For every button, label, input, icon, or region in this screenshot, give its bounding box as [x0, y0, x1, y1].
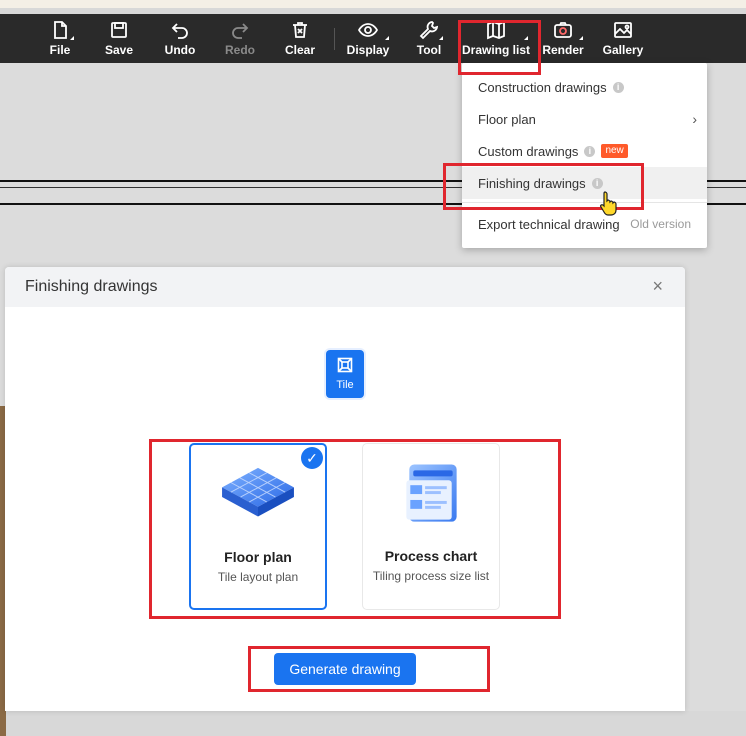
render-button[interactable]: Render: [541, 14, 585, 63]
top-toolbar: File Save Undo Redo Clear Display Tool D…: [0, 14, 746, 63]
menu-divider: [462, 202, 707, 203]
old-version-note: Old version: [630, 217, 691, 231]
gallery-label: Gallery: [602, 43, 644, 57]
dropdown-indicator-icon: [439, 36, 443, 40]
drawing-list-button[interactable]: Drawing list: [462, 14, 530, 63]
map-icon: [487, 20, 505, 40]
card-title: Floor plan: [224, 549, 292, 565]
dropdown-indicator-icon: [524, 36, 528, 40]
menu-item-floor-plan[interactable]: Floor plan ›: [462, 103, 707, 135]
menu-item-custom-drawings[interactable]: Custom drawings i new: [462, 135, 707, 167]
generate-drawing-button[interactable]: Generate drawing: [274, 653, 416, 685]
trash-icon: [293, 22, 307, 38]
clear-label: Clear: [284, 43, 316, 57]
file-icon: [54, 21, 67, 39]
tab-tile[interactable]: Tile: [326, 350, 364, 398]
display-label: Display: [346, 43, 390, 57]
menu-item-label: Custom drawings: [478, 143, 579, 159]
undo-label: Undo: [164, 43, 196, 57]
save-label: Save: [104, 43, 134, 57]
dialog-header: Finishing drawings ×: [5, 267, 685, 307]
drawing-list-menu: Construction drawings i Floor plan › Cus…: [462, 63, 707, 248]
dropdown-indicator-icon: [70, 36, 74, 40]
new-badge: new: [601, 144, 628, 158]
info-icon[interactable]: i: [584, 145, 596, 157]
finishing-drawings-dialog: Finishing drawings × Tile ✓ Floor plan T…: [5, 267, 685, 711]
gallery-button[interactable]: Gallery: [601, 14, 645, 63]
redo-label: Redo: [225, 43, 255, 57]
undo-icon: [171, 23, 188, 39]
dropdown-indicator-icon: [385, 36, 389, 40]
dialog-title: Finishing drawings: [25, 278, 158, 295]
toolbar-separator: [334, 28, 335, 50]
tile-floor-illustration-icon: [222, 467, 294, 517]
menu-item-label: Construction drawings: [478, 79, 607, 95]
info-icon[interactable]: i: [591, 177, 603, 189]
file-label: File: [49, 43, 71, 57]
redo-icon: [232, 23, 249, 39]
camera-icon: [554, 22, 572, 38]
menu-item-label: Finishing drawings: [478, 175, 586, 191]
floor-plan-card[interactable]: ✓ Floor plan Tile layout plan: [189, 443, 327, 610]
menu-item-export-technical-drawing[interactable]: Export technical drawing Old version: [462, 208, 707, 240]
dropdown-indicator-icon: [579, 36, 583, 40]
tool-label: Tool: [416, 43, 442, 57]
top-strip: [0, 0, 746, 8]
eye-icon: [358, 23, 378, 37]
card-title: Process chart: [384, 548, 478, 564]
process-chart-illustration-icon: [406, 464, 457, 522]
clear-button[interactable]: Clear: [282, 14, 318, 63]
image-icon: [614, 22, 632, 38]
redo-button[interactable]: Redo: [222, 14, 258, 63]
tab-tile-label: Tile: [336, 379, 354, 391]
process-chart-card[interactable]: Process chart Tiling process size list: [362, 443, 500, 610]
wrench-icon: [419, 21, 439, 40]
save-button[interactable]: Save: [101, 14, 137, 63]
hand-cursor-icon: [600, 191, 617, 216]
drawing-list-label: Drawing list: [462, 43, 531, 57]
undo-button[interactable]: Undo: [161, 14, 199, 63]
selected-check-icon: ✓: [301, 447, 323, 469]
save-icon: [111, 22, 127, 38]
menu-item-label: Floor plan: [478, 111, 536, 127]
file-button[interactable]: File: [44, 14, 76, 63]
tool-button[interactable]: Tool: [413, 14, 445, 63]
render-label: Render: [542, 43, 584, 57]
info-icon[interactable]: i: [612, 81, 624, 93]
card-subtitle: Tile layout plan: [217, 570, 299, 584]
close-icon[interactable]: ×: [652, 276, 663, 297]
menu-item-label: Export technical drawing: [478, 216, 620, 232]
display-button[interactable]: Display: [345, 14, 391, 63]
menu-item-finishing-drawings[interactable]: Finishing drawings i: [462, 167, 707, 199]
menu-item-construction-drawings[interactable]: Construction drawings i: [462, 71, 707, 103]
chevron-right-icon: ›: [692, 111, 697, 127]
card-subtitle: Tiling process size list: [372, 569, 490, 583]
tile-icon: [337, 357, 353, 373]
